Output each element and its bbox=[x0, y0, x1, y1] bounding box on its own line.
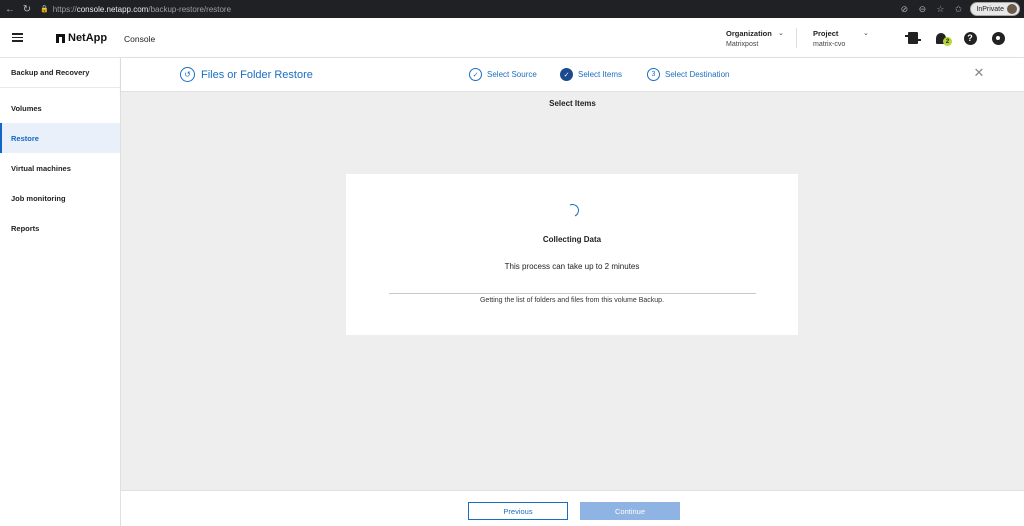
lock-icon: 🔒 bbox=[40, 6, 49, 13]
check-icon: ✓ bbox=[560, 68, 573, 81]
header-divider bbox=[796, 28, 797, 48]
project-label: Project bbox=[813, 29, 839, 38]
step-number: 3 bbox=[647, 68, 660, 81]
project-selector[interactable]: Project matrix-cvo bbox=[813, 29, 845, 48]
menu-icon[interactable] bbox=[12, 33, 23, 42]
project-value: matrix-cvo bbox=[813, 41, 846, 48]
sidebar: Backup and Recovery Volumes Restore Virt… bbox=[0, 58, 121, 526]
user-button[interactable] bbox=[991, 31, 1005, 45]
step-select-items[interactable]: ✓ Select Items bbox=[560, 68, 622, 81]
profile-avatar bbox=[1007, 4, 1017, 14]
notifications-button[interactable]: 2 bbox=[934, 31, 952, 46]
status-detail: Getting the list of folders and files fr… bbox=[479, 297, 665, 304]
status-message: This process can take up to 2 minutes bbox=[504, 262, 640, 271]
app-header: NetApp Console Organization Matrixpost ⌄… bbox=[0, 18, 1024, 58]
check-icon: ✓ bbox=[469, 68, 482, 81]
connector-icon[interactable] bbox=[905, 31, 921, 45]
tracking-icon[interactable]: ⊘ bbox=[898, 3, 910, 15]
inprivate-label: InPrivate bbox=[976, 5, 1004, 13]
wizard-header: ↺ Files or Folder Restore ✓ Select Sourc… bbox=[121, 58, 1024, 92]
user-icon bbox=[991, 31, 1005, 45]
help-icon: ? bbox=[963, 31, 977, 45]
help-button[interactable]: ? bbox=[963, 31, 977, 45]
wizard-footer: Previous Continue bbox=[121, 490, 1024, 526]
loading-card: Collecting Data This process can take up… bbox=[346, 174, 798, 335]
netapp-logo[interactable]: NetApp bbox=[56, 32, 107, 44]
sidebar-item-volumes[interactable]: Volumes bbox=[0, 93, 120, 123]
main-content: Select Items Collecting Data This proces… bbox=[121, 92, 1024, 490]
inprivate-badge[interactable]: InPrivate bbox=[970, 2, 1020, 16]
browser-actions: ⊘ ⊖ ☆ ✩ InPrivate bbox=[898, 2, 1020, 16]
sidebar-item-restore[interactable]: Restore bbox=[0, 123, 120, 153]
url-scheme: https:// bbox=[52, 4, 77, 14]
notification-badge: 2 bbox=[943, 37, 952, 46]
continue-button[interactable]: Continue bbox=[580, 502, 680, 520]
previous-button[interactable]: Previous bbox=[468, 502, 568, 520]
chevron-down-icon[interactable]: ⌄ bbox=[863, 29, 869, 37]
chevron-down-icon[interactable]: ⌄ bbox=[778, 29, 784, 37]
close-icon[interactable]: ✕ bbox=[972, 65, 986, 80]
wizard-title: Files or Folder Restore bbox=[201, 69, 313, 81]
section-title: Select Items bbox=[549, 99, 596, 108]
step-label: Select Destination bbox=[665, 70, 730, 79]
organization-selector[interactable]: Organization Matrixpost bbox=[726, 29, 772, 48]
browser-toolbar: ← ↻ 🔒 https://console.netapp.com/backup-… bbox=[0, 0, 1024, 18]
status-title: Collecting Data bbox=[542, 235, 602, 244]
step-label: Select Source bbox=[487, 70, 537, 79]
step-select-destination[interactable]: 3 Select Destination bbox=[647, 68, 729, 81]
sidebar-item-job-monitoring[interactable]: Job monitoring bbox=[0, 183, 120, 213]
console-label: Console bbox=[124, 34, 156, 44]
brand-name: NetApp bbox=[68, 32, 108, 44]
url-path: /backup-restore/restore bbox=[148, 4, 232, 14]
address-bar[interactable]: 🔒 https://console.netapp.com/backup-rest… bbox=[40, 2, 890, 16]
favorite-icon[interactable]: ☆ bbox=[934, 3, 946, 15]
sidebar-item-reports[interactable]: Reports bbox=[0, 213, 120, 243]
refresh-icon[interactable]: ↻ bbox=[20, 2, 34, 16]
sidebar-title[interactable]: Backup and Recovery bbox=[0, 58, 120, 88]
progress-bar bbox=[389, 293, 756, 294]
organization-value: Matrixpost bbox=[726, 41, 759, 48]
url-host: console.netapp.com bbox=[76, 4, 149, 14]
arrow-left-icon[interactable]: ← bbox=[3, 2, 17, 16]
spinner-icon bbox=[564, 202, 581, 219]
restore-icon: ↺ bbox=[180, 67, 195, 82]
sidebar-item-virtual-machines[interactable]: Virtual machines bbox=[0, 153, 120, 183]
step-label: Select Items bbox=[578, 70, 623, 79]
step-select-source[interactable]: ✓ Select Source bbox=[469, 68, 537, 81]
favorites-bar-icon[interactable]: ✩ bbox=[952, 3, 964, 15]
netapp-mark-icon bbox=[56, 33, 65, 43]
zoom-icon[interactable]: ⊖ bbox=[916, 3, 928, 15]
organization-label: Organization bbox=[726, 29, 772, 38]
